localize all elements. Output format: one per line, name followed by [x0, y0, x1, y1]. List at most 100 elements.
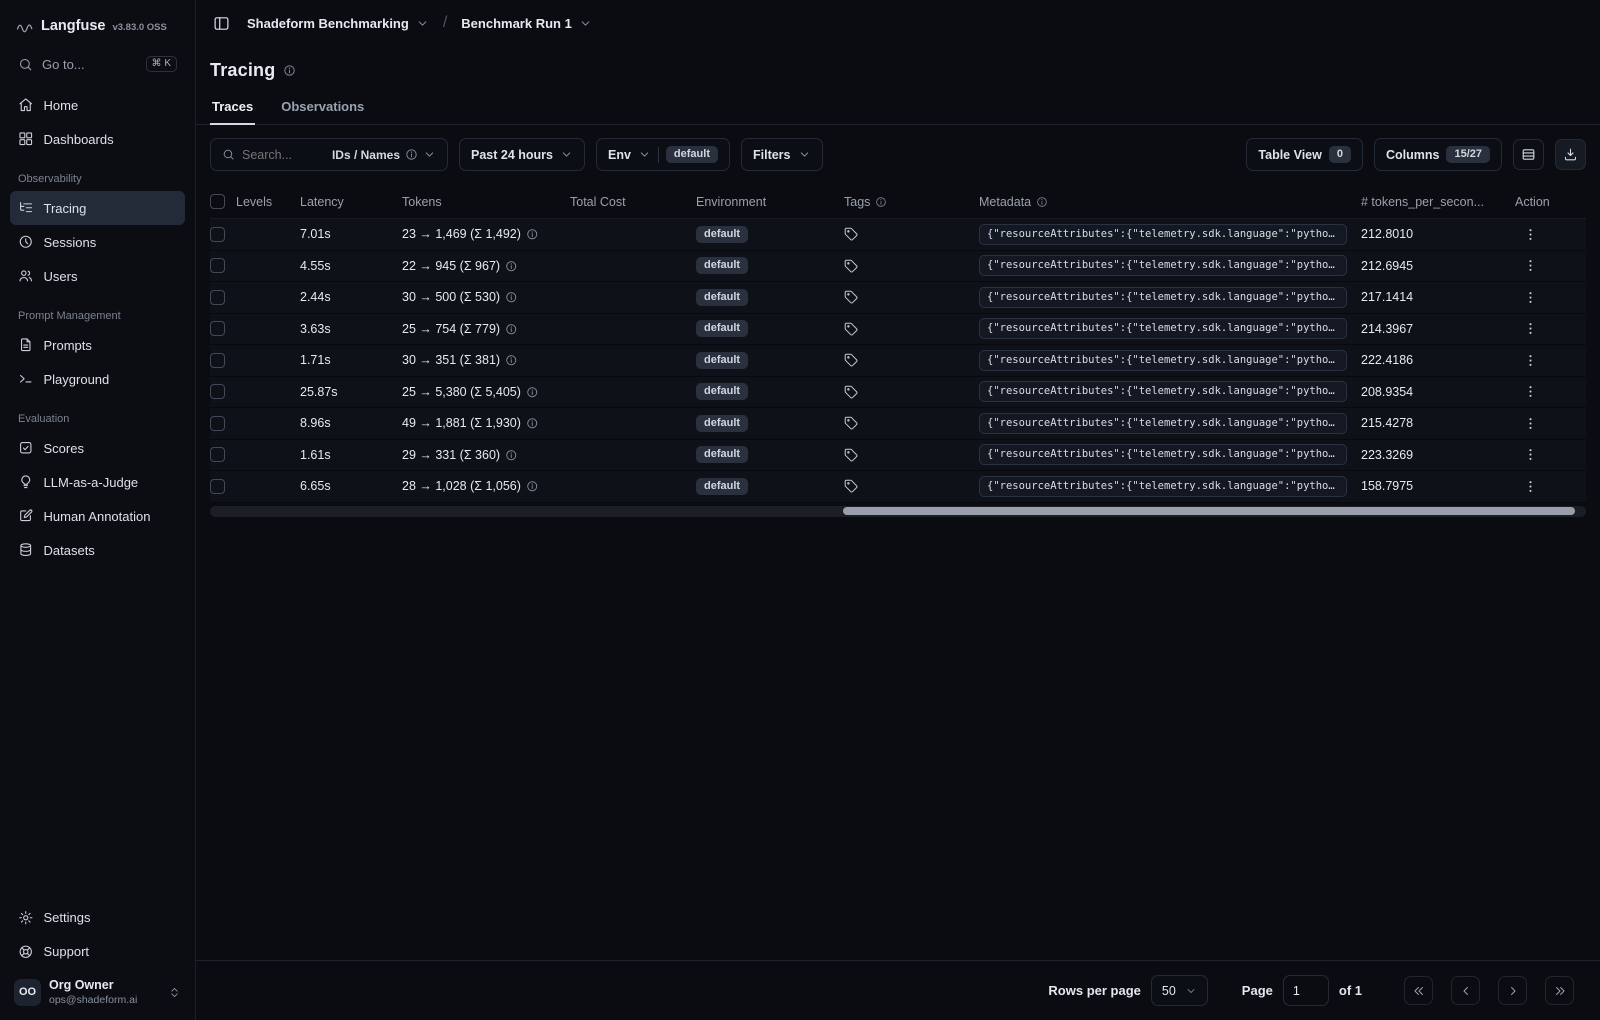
info-icon[interactable] [505, 449, 518, 462]
column-header-tokens[interactable]: Tokens [402, 195, 570, 209]
column-header-total-cost[interactable]: Total Cost [570, 195, 696, 209]
row-checkbox[interactable] [210, 415, 225, 431]
env-dropdown[interactable]: Env default [595, 138, 730, 171]
search-mode-dropdown[interactable]: IDs / Names [332, 148, 436, 162]
metadata-text[interactable]: {"resourceAttributes":{"telemetry.sdk.la… [979, 412, 1347, 434]
table-row[interactable]: 1.71s 30 → 351 (Σ 381) default {"resourc… [210, 345, 1586, 377]
row-checkbox[interactable] [210, 321, 225, 337]
info-icon[interactable] [283, 64, 296, 77]
filters-dropdown[interactable]: Filters [740, 138, 823, 171]
metadata-text[interactable]: {"resourceAttributes":{"telemetry.sdk.la… [979, 349, 1347, 371]
previous-page-button[interactable] [1451, 976, 1480, 1005]
export-button[interactable] [1555, 139, 1586, 170]
sidebar-toggle-button[interactable] [210, 12, 233, 35]
search-input[interactable] [242, 147, 306, 162]
horizontal-scrollbar-thumb[interactable] [842, 507, 1575, 515]
row-height-button[interactable] [1513, 139, 1544, 170]
horizontal-scrollbar[interactable] [210, 505, 1586, 517]
tag-icon[interactable] [844, 479, 859, 494]
time-range-dropdown[interactable]: Past 24 hours [459, 138, 585, 171]
row-actions-button[interactable] [1521, 445, 1540, 464]
info-icon[interactable] [505, 354, 518, 367]
column-header-environment[interactable]: Environment [696, 195, 844, 209]
tab-traces[interactable]: Traces [210, 92, 256, 125]
row-checkbox[interactable] [210, 289, 225, 305]
metadata-text[interactable]: {"resourceAttributes":{"telemetry.sdk.la… [979, 318, 1347, 340]
tag-icon[interactable] [844, 353, 859, 368]
last-page-button[interactable] [1545, 976, 1574, 1005]
sidebar-item-sessions[interactable]: Sessions [10, 225, 185, 259]
tag-icon[interactable] [844, 227, 859, 242]
select-all-checkbox[interactable] [210, 194, 225, 209]
user-menu[interactable]: OO Org Owner ops@shadeform.ai [10, 968, 185, 1008]
metadata-text[interactable]: {"resourceAttributes":{"telemetry.sdk.la… [979, 286, 1347, 308]
org-switcher[interactable]: Shadeform Benchmarking [245, 12, 431, 35]
metadata-text[interactable]: {"resourceAttributes":{"telemetry.sdk.la… [979, 223, 1347, 245]
table-row[interactable]: 3.63s 25 → 754 (Σ 779) default {"resourc… [210, 313, 1586, 345]
row-actions-button[interactable] [1521, 414, 1540, 433]
sidebar-item-support[interactable]: Support [10, 934, 185, 968]
table-view-button[interactable]: Table View 0 [1246, 138, 1363, 171]
sidebar-item-llm-as-a-judge[interactable]: LLM-as-a-Judge [10, 465, 185, 499]
sidebar-item-playground[interactable]: Playground [10, 362, 185, 396]
table-row[interactable]: 8.96s 49 → 1,881 (Σ 1,930) default {"res… [210, 408, 1586, 440]
info-icon[interactable] [526, 480, 539, 493]
tag-icon[interactable] [844, 322, 859, 337]
row-checkbox[interactable] [210, 447, 225, 463]
sidebar-item-human-annotation[interactable]: Human Annotation [10, 499, 185, 533]
metadata-text[interactable]: {"resourceAttributes":{"telemetry.sdk.la… [979, 475, 1347, 497]
table-row[interactable]: 25.87s 25 → 5,380 (Σ 5,405) default {"re… [210, 376, 1586, 408]
row-actions-button[interactable] [1521, 256, 1540, 275]
tag-icon[interactable] [844, 259, 859, 274]
table-row[interactable]: 4.55s 22 → 945 (Σ 967) default {"resourc… [210, 250, 1586, 282]
tab-observations[interactable]: Observations [279, 92, 366, 124]
column-header-tags[interactable]: Tags [844, 195, 979, 209]
tag-icon[interactable] [844, 290, 859, 305]
column-header-tokens-per-second[interactable]: # tokens_per_secon... [1361, 195, 1515, 209]
rows-per-page-select[interactable]: 50 [1150, 975, 1208, 1006]
sidebar-item-dashboards[interactable]: Dashboards [10, 122, 185, 156]
table-row[interactable]: 7.01s 23 → 1,469 (Σ 1,492) default {"res… [210, 219, 1586, 251]
row-checkbox[interactable] [210, 352, 225, 368]
row-actions-button[interactable] [1521, 477, 1540, 496]
goto-search[interactable]: Go to... ⌘ K [10, 48, 185, 80]
sidebar-item-settings[interactable]: Settings [10, 900, 185, 934]
first-page-button[interactable] [1404, 976, 1433, 1005]
info-icon[interactable] [505, 323, 518, 336]
sidebar-item-home[interactable]: Home [10, 88, 185, 122]
table-row[interactable]: 2.44s 30 → 500 (Σ 530) default {"resourc… [210, 282, 1586, 314]
row-actions-button[interactable] [1521, 382, 1540, 401]
table-row[interactable]: 1.61s 29 → 331 (Σ 360) default {"resourc… [210, 439, 1586, 471]
tag-icon[interactable] [844, 385, 859, 400]
info-icon[interactable] [526, 228, 539, 241]
info-icon[interactable] [505, 260, 518, 273]
row-checkbox[interactable] [210, 478, 225, 494]
row-actions-button[interactable] [1521, 351, 1540, 370]
sidebar-item-scores[interactable]: Scores [10, 431, 185, 465]
sidebar-item-users[interactable]: Users [10, 259, 185, 293]
page-input[interactable] [1282, 975, 1329, 1006]
info-icon[interactable] [526, 386, 539, 399]
info-icon[interactable] [505, 291, 518, 304]
search-control[interactable]: IDs / Names [210, 138, 448, 171]
metadata-text[interactable]: {"resourceAttributes":{"telemetry.sdk.la… [979, 444, 1347, 466]
row-actions-button[interactable] [1521, 225, 1540, 244]
row-checkbox[interactable] [210, 384, 225, 400]
metadata-text[interactable]: {"resourceAttributes":{"telemetry.sdk.la… [979, 255, 1347, 277]
project-switcher[interactable]: Benchmark Run 1 [459, 12, 594, 35]
column-header-latency[interactable]: Latency [300, 195, 402, 209]
next-page-button[interactable] [1498, 976, 1527, 1005]
columns-button[interactable]: Columns 15/27 [1373, 138, 1502, 171]
table-row[interactable]: 6.65s 28 → 1,028 (Σ 1,056) default {"res… [210, 471, 1586, 503]
row-checkbox[interactable] [210, 226, 225, 242]
row-checkbox[interactable] [210, 258, 225, 274]
row-actions-button[interactable] [1521, 288, 1540, 307]
metadata-text[interactable]: {"resourceAttributes":{"telemetry.sdk.la… [979, 381, 1347, 403]
column-header-levels[interactable]: Levels [236, 195, 300, 209]
tag-icon[interactable] [844, 448, 859, 463]
row-actions-button[interactable] [1521, 319, 1540, 338]
sidebar-item-tracing[interactable]: Tracing [10, 191, 185, 225]
info-icon[interactable] [526, 417, 539, 430]
column-header-metadata[interactable]: Metadata [979, 195, 1361, 209]
sidebar-item-prompts[interactable]: Prompts [10, 328, 185, 362]
